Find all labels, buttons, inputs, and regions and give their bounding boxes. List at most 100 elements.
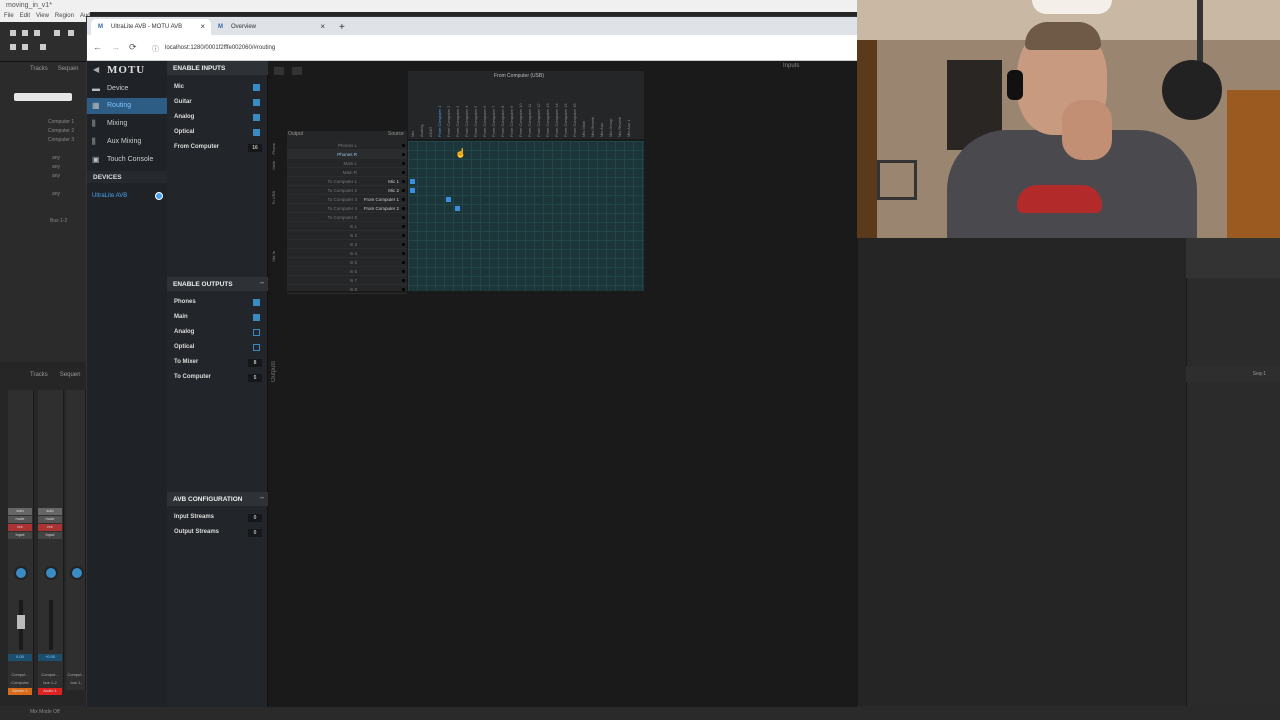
column-label: From Computer 2 — [446, 105, 451, 137]
group-label: Main — [271, 161, 276, 170]
collapse-icon[interactable]: ‒ — [260, 280, 264, 287]
new-tab-button[interactable]: + — [331, 22, 353, 35]
tab-tracks[interactable]: Tracks — [30, 66, 48, 78]
analog-checkbox[interactable] — [253, 114, 260, 121]
input-button[interactable]: Input — [8, 532, 32, 539]
daw-menu-edit[interactable]: Edit — [20, 13, 30, 21]
main-checkbox[interactable] — [253, 314, 260, 321]
mic-checkbox[interactable] — [253, 84, 260, 91]
list-item[interactable]: Computer 1 — [8, 118, 86, 127]
input-streams-input[interactable]: 0 — [248, 514, 262, 522]
table-row[interactable]: To Computer 2 Mic 2 — [287, 186, 407, 195]
sequence-selector[interactable]: Seq-1 — [1186, 366, 1280, 382]
back-arrow-icon[interactable]: ← — [93, 42, 102, 52]
table-row[interactable]: Phones L — [287, 141, 407, 150]
table-row[interactable]: To Computer 4 From Computer 2 — [287, 204, 407, 213]
metronome-icon[interactable] — [40, 44, 46, 50]
list-item[interactable]: any — [8, 172, 86, 181]
mute-button[interactable]: mute — [8, 516, 32, 523]
to-computer-count-input[interactable]: 5 — [248, 374, 262, 382]
list-item[interactable]: any — [8, 154, 86, 163]
tab-sequences[interactable]: Sequen — [58, 66, 79, 78]
guitar-checkbox[interactable] — [253, 99, 260, 106]
sidebar-item-routing[interactable]: ▦ Routing — [87, 98, 167, 114]
table-row[interactable]: Phones R — [287, 150, 407, 159]
table-row[interactable]: In 2 — [287, 231, 407, 240]
loop-icon[interactable] — [22, 44, 28, 50]
solo-button[interactable]: solo — [38, 508, 62, 515]
phones-checkbox[interactable] — [253, 299, 260, 306]
forward-icon[interactable] — [34, 30, 40, 36]
rec-button[interactable]: rec — [38, 524, 62, 531]
table-row[interactable]: In 4 — [287, 249, 407, 258]
table-row[interactable]: In 1 — [287, 222, 407, 231]
collapse-sidebar-icon[interactable]: ◀ — [93, 65, 99, 74]
list-item[interactable]: Bus 1-2 — [8, 217, 86, 226]
daw-menu-file[interactable]: File — [4, 13, 14, 21]
site-info-icon[interactable]: ⓘ — [152, 44, 159, 54]
grid-tool-icon[interactable] — [274, 67, 284, 75]
sidebar-item-aux-mixing[interactable]: ⫼ Aux Mixing — [87, 134, 167, 150]
table-row[interactable]: In 6 — [287, 267, 407, 276]
rewind-icon[interactable] — [10, 30, 16, 36]
table-row[interactable]: In 8 — [287, 285, 407, 294]
table-row[interactable]: Main R — [287, 168, 407, 177]
routing-connection-cell[interactable] — [410, 188, 415, 193]
optical-out-checkbox[interactable] — [253, 344, 260, 351]
daw-menu-view[interactable]: View — [36, 13, 49, 21]
browser-tab-motu-avb[interactable]: M UltraLite AVB - MOTU AVB × — [91, 19, 211, 35]
table-row[interactable]: Main L — [287, 159, 407, 168]
routing-matrix[interactable] — [408, 141, 644, 291]
strip-output[interactable]: Audio 1 — [38, 688, 62, 695]
routing-connection-cell[interactable] — [455, 206, 460, 211]
routing-connection-cell[interactable] — [446, 197, 451, 202]
table-row[interactable]: In 3 — [287, 240, 407, 249]
input-button[interactable]: Input — [38, 532, 62, 539]
table-row[interactable]: To Computer 1 Mic 1 — [287, 177, 407, 186]
tab-sequences-2[interactable]: Sequen — [60, 372, 81, 382]
list-item[interactable]: Computer 3 — [8, 136, 86, 145]
browser-tab-overview[interactable]: M Overview × — [211, 19, 331, 35]
output-streams-input[interactable]: 0 — [248, 529, 262, 537]
url-input[interactable]: ⓘ localhost:1280/0001f2fffe002060/#routi… — [149, 42, 839, 54]
from-computer-count-input[interactable]: 16 — [248, 144, 262, 152]
record-icon[interactable] — [68, 30, 74, 36]
table-row[interactable]: To Computer 5 — [287, 213, 407, 222]
to-mixer-count-input[interactable]: 8 — [248, 359, 262, 367]
solo-button[interactable]: solo — [8, 508, 32, 515]
table-row[interactable]: In 5 — [287, 258, 407, 267]
sidebar-item-mixing[interactable]: ⫼ Mixing — [87, 116, 167, 132]
optical-checkbox[interactable] — [253, 129, 260, 136]
sidebar-item-touch-console[interactable]: ▣ Touch Console — [87, 152, 167, 168]
daw-search-input[interactable] — [14, 93, 72, 101]
close-tab-icon[interactable]: × — [200, 22, 205, 31]
stop-icon[interactable] — [54, 30, 60, 36]
device-item[interactable]: UltraLite AVB — [87, 189, 167, 203]
analog-out-checkbox[interactable] — [253, 329, 260, 336]
sidebar-item-device[interactable]: ▬ Device — [87, 81, 167, 97]
strip-output[interactable]: Master 1 — [8, 688, 32, 695]
table-row[interactable]: To Computer 3 From Computer 1 — [287, 195, 407, 204]
list-item[interactable]: Computer 2 — [8, 127, 86, 136]
close-tab-icon[interactable]: × — [320, 22, 325, 31]
table-row[interactable]: In 7 — [287, 276, 407, 285]
mute-button[interactable]: mute — [38, 516, 62, 523]
pan-knob[interactable] — [44, 566, 58, 580]
volume-fader[interactable] — [49, 600, 53, 650]
reload-icon[interactable]: ⟳ — [129, 42, 137, 53]
pan-knob[interactable] — [14, 566, 28, 580]
play-icon[interactable] — [22, 30, 28, 36]
tab-tracks-2[interactable]: Tracks — [30, 372, 48, 382]
undo-icon[interactable] — [10, 44, 16, 50]
collapse-icon[interactable]: ‒ — [260, 495, 264, 502]
pan-knob[interactable] — [70, 566, 84, 580]
grid-tool-icon[interactable] — [292, 67, 302, 75]
list-item[interactable]: any — [8, 190, 86, 199]
forward-arrow-icon[interactable]: → — [111, 42, 120, 52]
list-item[interactable]: any — [8, 163, 86, 172]
screen: moving_in_v1* File Edit View Region Aud … — [0, 0, 1280, 720]
daw-menu-region[interactable]: Region — [55, 13, 74, 21]
routing-connection-cell[interactable] — [410, 179, 415, 184]
rec-button[interactable]: rec — [8, 524, 32, 531]
fader-handle[interactable] — [17, 615, 25, 629]
